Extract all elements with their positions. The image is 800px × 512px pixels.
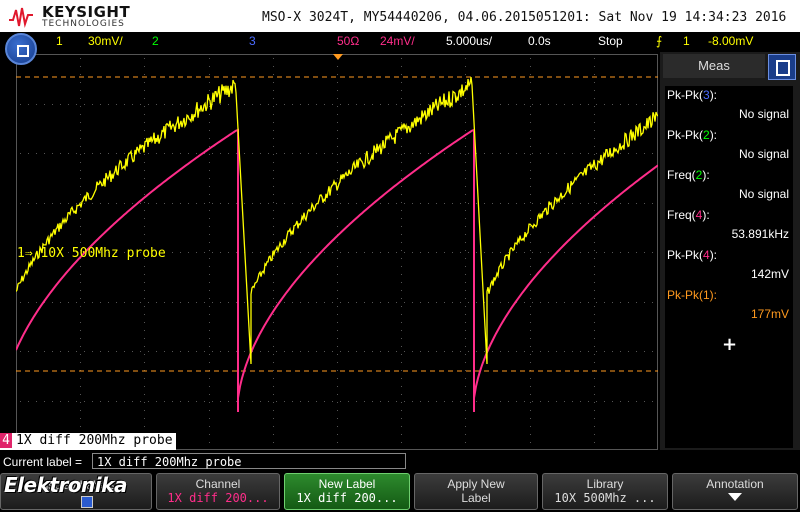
run-state[interactable]: Stop	[598, 34, 623, 48]
home-icon	[17, 45, 29, 57]
channel-softkey[interactable]: Channel 1X diff 200...	[156, 473, 280, 510]
measurement-name: Pk-Pk(3):	[667, 88, 718, 102]
measurement-value: No signal	[738, 147, 789, 161]
ch2-number[interactable]: 2	[152, 34, 159, 48]
ch4-impedance[interactable]: 50Ω	[337, 34, 359, 48]
new-label-title: New Label	[318, 477, 376, 491]
delay[interactable]: 0.0s	[528, 34, 551, 48]
timebase[interactable]: 5.000us/	[446, 34, 492, 48]
trigger-position-marker	[333, 54, 343, 60]
chevron-down-icon	[728, 493, 742, 501]
brand-subtitle: TECHNOLOGIES	[42, 19, 125, 29]
ch1-number[interactable]: 1	[56, 34, 63, 48]
new-label-value: 1X diff 200...	[296, 491, 398, 505]
ch4-label-text: 1X diff 200Mhz probe	[16, 433, 173, 448]
measurement-name: Freq(2):	[667, 168, 710, 182]
measurement-name: Pk-Pk(1):	[667, 288, 718, 302]
apply-new-label-line1: Apply New	[447, 477, 505, 491]
ch4-label[interactable]: 4 1X diff 200Mhz probe	[0, 433, 176, 450]
current-label-bar: Current label = 1X diff 200Mhz probe	[0, 452, 410, 472]
channel-status-bar: 1 30mV/ 2 3 50Ω 24mV/ 5.000us/ 0.0s Stop…	[0, 32, 800, 52]
keysight-logo: KEYSIGHT TECHNOLOGIES	[8, 2, 130, 30]
measurement-item[interactable]: Freq(2): No signal	[665, 166, 793, 206]
ch1-scale[interactable]: 30mV/	[88, 34, 123, 48]
annotation-softkey[interactable]: Annotation	[672, 473, 798, 510]
meas-tab[interactable]: Meas	[663, 54, 765, 78]
ch1-arrow-icon: ⇒	[24, 246, 33, 261]
ch1-label[interactable]: 1⇒ 10X 500Mhz probe	[17, 246, 166, 261]
home-button[interactable]	[5, 33, 37, 65]
measurement-name: Pk-Pk(4):	[667, 248, 718, 262]
measurement-list: Pk-Pk(3): No signal Pk-Pk(2): No signal …	[665, 86, 793, 448]
current-label-caption: Current label =	[3, 455, 83, 469]
measurement-item[interactable]: Pk-Pk(1): 177mV	[665, 286, 793, 326]
measurement-item[interactable]: Freq(4): 53.891kHz	[665, 206, 793, 246]
ch1-label-text: 10X 500Mhz probe	[40, 246, 166, 261]
measurement-value: 177mV	[750, 307, 789, 321]
measurement-item[interactable]: Pk-Pk(3): No signal	[665, 86, 793, 126]
new-label-softkey[interactable]: New Label 1X diff 200...	[284, 473, 410, 510]
ch1-waveform	[16, 76, 658, 365]
trigger-source[interactable]: 1	[683, 34, 690, 48]
current-label-field[interactable]: 1X diff 200Mhz probe	[92, 453, 406, 469]
waveform-display[interactable]: 1⇒ 10X 500Mhz probe	[16, 54, 658, 450]
trigger-edge-icon: ⨍	[656, 34, 663, 48]
ch4-scale[interactable]: 24mV/	[380, 34, 415, 48]
title-bar: KEYSIGHT TECHNOLOGIES MSO-X 3024T, MY544…	[0, 0, 800, 32]
measurement-name: Freq(4):	[667, 208, 710, 222]
measurement-value: No signal	[738, 107, 789, 121]
ch1-ground-marker: 1	[17, 246, 25, 261]
library-title: Library	[586, 477, 624, 491]
measurement-item[interactable]: Pk-Pk(4): 142mV	[665, 246, 793, 286]
library-softkey[interactable]: Library 10X 500Mhz ...	[542, 473, 668, 510]
measurement-value: No signal	[738, 187, 789, 201]
measurement-value: 142mV	[750, 267, 789, 281]
channel-title: Channel	[195, 477, 241, 491]
trigger-level[interactable]: -8.00mV	[708, 34, 753, 48]
ch4-waveform	[16, 128, 658, 412]
document-icon[interactable]	[768, 54, 796, 80]
keysight-wave-icon	[9, 7, 33, 28]
add-measurement-button[interactable]: +	[722, 334, 737, 355]
measurements-panel: Meas Pk-Pk(3): No signal Pk-Pk(2): No si…	[660, 52, 800, 450]
measurement-name: Pk-Pk(2):	[667, 128, 718, 142]
checkbox-icon	[81, 496, 93, 508]
instrument-title: MSO-X 3024T, MY54440206, 04.06.201505120…	[262, 10, 787, 25]
measurement-item[interactable]: Pk-Pk(2): No signal	[665, 126, 793, 166]
channel-value: 1X diff 200...	[167, 491, 269, 505]
watermark-logo: Elektronika	[4, 473, 127, 497]
ch3-number[interactable]: 3	[249, 34, 256, 48]
measurement-value: 53.891kHz	[731, 227, 789, 241]
annotation-title: Annotation	[706, 477, 764, 491]
apply-new-label-softkey[interactable]: Apply New Label	[414, 473, 538, 510]
library-value: 10X 500Mhz ...	[554, 491, 656, 505]
ch4-ground-marker: 4	[0, 433, 12, 448]
apply-new-label-line2: Label	[461, 491, 491, 505]
